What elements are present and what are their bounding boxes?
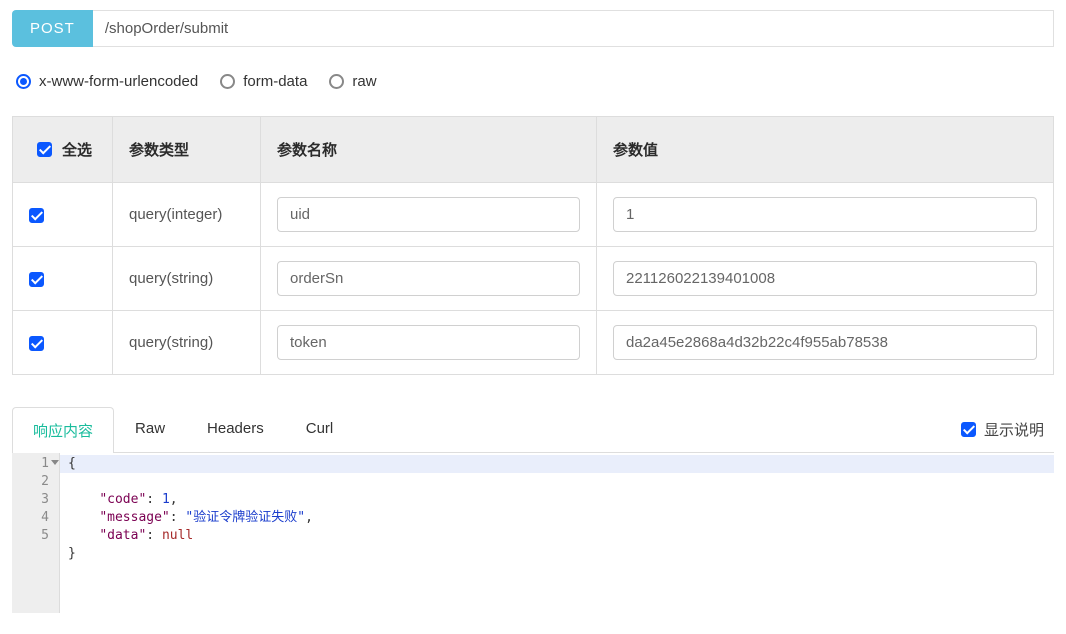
show-desc-toggle[interactable]: 显示说明 <box>961 419 1054 440</box>
show-desc-label: 显示说明 <box>984 419 1044 440</box>
row-checkbox[interactable] <box>29 272 44 287</box>
th-param-name: 参数名称 <box>261 117 597 183</box>
response-tab[interactable]: 响应内容 <box>12 407 114 453</box>
th-param-value: 参数值 <box>597 117 1054 183</box>
line-gutter: 12345 <box>12 453 60 613</box>
param-type-cell: query(string) <box>113 311 261 375</box>
select-all-label: 全选 <box>62 139 92 160</box>
row-checkbox[interactable] <box>29 336 44 351</box>
response-tab[interactable]: Raw <box>114 407 186 453</box>
content-type-option-raw[interactable]: raw <box>329 73 376 90</box>
response-tab[interactable]: Curl <box>285 407 355 453</box>
content-type-option-urlencoded[interactable]: x-www-form-urlencoded <box>16 73 198 90</box>
table-row: query(string) <box>13 311 1054 375</box>
url-input[interactable] <box>93 10 1054 47</box>
show-desc-checkbox[interactable] <box>961 422 976 437</box>
content-type-option-formdata[interactable]: form-data <box>220 73 307 90</box>
content-type-radio[interactable] <box>220 74 235 89</box>
content-type-label: x-www-form-urlencoded <box>39 73 198 90</box>
response-tab-row: 响应内容RawHeadersCurl 显示说明 <box>12 407 1054 453</box>
select-all-checkbox[interactable] <box>37 142 52 157</box>
params-table: 全选 参数类型 参数名称 参数值 query(integer)query(str… <box>12 116 1054 375</box>
content-type-radio[interactable] <box>16 74 31 89</box>
th-select-all: 全选 <box>13 117 113 183</box>
param-name-input[interactable] <box>277 261 580 296</box>
param-value-input[interactable] <box>613 197 1037 232</box>
content-type-row: x-www-form-urlencoded form-data raw <box>12 73 1054 90</box>
content-type-radio[interactable] <box>329 74 344 89</box>
param-name-input[interactable] <box>277 197 580 232</box>
param-value-input[interactable] <box>613 325 1037 360</box>
param-name-input[interactable] <box>277 325 580 360</box>
response-code-viewer: 12345 { "code": 1, "message": "验证令牌验证失败"… <box>12 453 1054 613</box>
param-type-cell: query(integer) <box>113 183 261 247</box>
http-method-badge: POST <box>12 10 93 47</box>
table-row: query(integer) <box>13 183 1054 247</box>
th-param-type: 参数类型 <box>113 117 261 183</box>
table-row: query(string) <box>13 247 1054 311</box>
param-type-cell: query(string) <box>113 247 261 311</box>
response-tab[interactable]: Headers <box>186 407 285 453</box>
param-value-input[interactable] <box>613 261 1037 296</box>
request-bar: POST <box>12 10 1054 47</box>
row-checkbox[interactable] <box>29 208 44 223</box>
content-type-label: raw <box>352 73 376 90</box>
response-tabs: 响应内容RawHeadersCurl <box>12 407 354 452</box>
response-body[interactable]: { "code": 1, "message": "验证令牌验证失败", "dat… <box>60 453 1054 613</box>
content-type-label: form-data <box>243 73 307 90</box>
